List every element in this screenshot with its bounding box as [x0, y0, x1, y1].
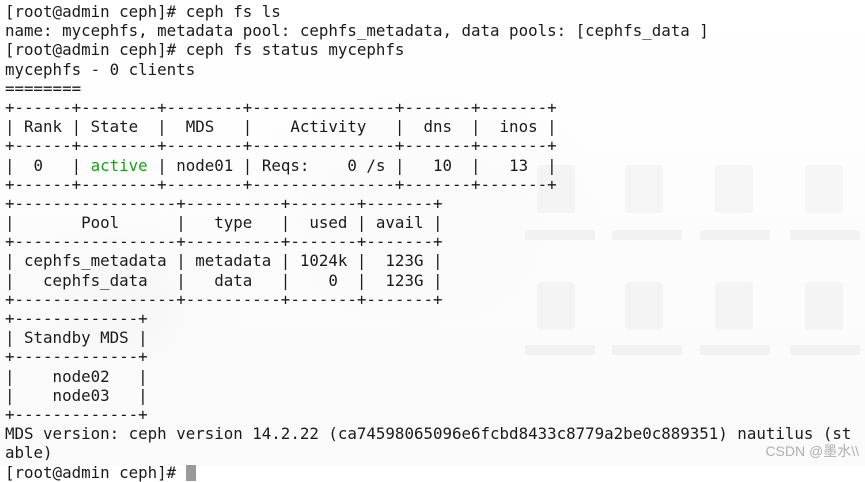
watermark: CSDN @墨水\\	[765, 443, 859, 459]
mds-rank-row: | 0 | active | node01 | Reqs: 0 /s | 10 …	[5, 156, 865, 175]
terminal-line: [root@admin ceph]# ceph fs ls	[5, 2, 281, 21]
terminal-line: | cephfs_metadata | metadata | 1024k | 1…	[5, 251, 443, 271]
terminal-line: +-----------------+----------+-------+--…	[5, 289, 443, 309]
text-cursor	[185, 464, 196, 481]
terminal-line: able)	[5, 443, 53, 463]
terminal-line: [root@admin ceph]# ceph fs status myceph…	[5, 40, 405, 60]
terminal-line: | Rank | State | MDS | Activity | dns | …	[5, 117, 557, 137]
rank-row-suffix: | node01 | Reqs: 0 /s | 10 | 13 |	[147, 155, 557, 175]
terminal-line: +-------------+	[5, 404, 148, 424]
rank-row-prefix: | 0 |	[5, 155, 91, 175]
terminal-line: +-------------+	[5, 309, 148, 328]
terminal-line: | Standby MDS |	[5, 328, 148, 348]
terminal-prompt-line[interactable]: [root@admin ceph]#	[5, 463, 865, 482]
terminal-line: | node03 |	[5, 385, 148, 405]
terminal-line: +-------------+	[5, 347, 148, 367]
terminal-line: +------+--------+--------+--------------…	[5, 97, 557, 117]
terminal-line: name: mycephfs, metadata pool: cephfs_me…	[5, 21, 709, 41]
terminal-line: mycephfs - 0 clients	[5, 59, 196, 79]
terminal-line: | Pool | type | used | avail |	[5, 213, 443, 233]
terminal-window[interactable]: [root@admin ceph]# ceph fs ls name: myce…	[0, 0, 865, 482]
terminal-line: +-----------------+----------+-------+--…	[5, 232, 443, 252]
terminal-line: +-----------------+----------+-------+--…	[5, 193, 443, 213]
terminal-line: | node02 |	[5, 366, 148, 386]
terminal-line: ========	[5, 78, 82, 98]
terminal-line: +------+--------+--------+--------------…	[5, 136, 557, 156]
shell-prompt: [root@admin ceph]#	[5, 462, 186, 482]
terminal-line: MDS version: ceph version 14.2.22 (ca745…	[5, 424, 852, 444]
mds-state-active: active	[90, 155, 148, 175]
terminal-line: | cephfs_data | data | 0 | 123G |	[5, 270, 443, 290]
terminal-line: +------+--------+--------+--------------…	[5, 174, 557, 194]
